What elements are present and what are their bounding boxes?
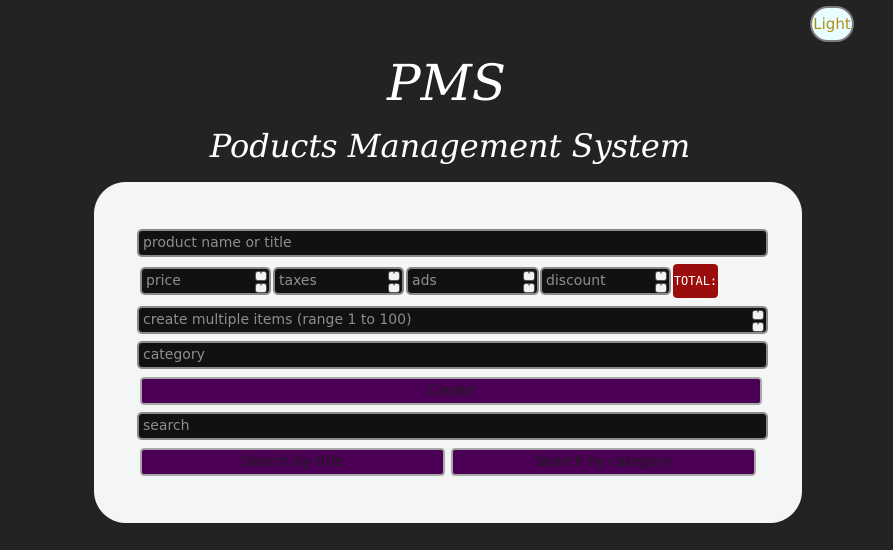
discount-placeholder: discount [546,273,606,289]
search-by-category-button[interactable]: Search by category [451,448,756,476]
create-button[interactable]: Create [140,377,762,405]
theme-toggle-button[interactable]: Light [810,6,854,42]
price-input[interactable]: price ˄ ˅ [140,267,271,295]
search-input[interactable]: search [137,412,768,440]
search-by-title-button[interactable]: Search by title [140,448,445,476]
spin-up-icon[interactable]: ˄ [388,271,400,281]
spin-up-icon[interactable]: ˄ [255,271,267,281]
taxes-input[interactable]: taxes ˄ ˅ [273,267,404,295]
discount-spinner[interactable]: ˄ ˅ [655,271,667,293]
taxes-placeholder: taxes [279,273,317,289]
spin-up-icon[interactable]: ˄ [752,310,764,320]
price-placeholder: price [146,273,181,289]
count-input[interactable]: create multiple items (range 1 to 100) ˄… [137,306,768,334]
ads-spinner[interactable]: ˄ ˅ [523,271,535,293]
ads-placeholder: ads [412,273,437,289]
count-spinner[interactable]: ˄ ˅ [752,310,764,332]
spin-down-icon[interactable]: ˅ [655,283,667,293]
category-input[interactable]: category [137,341,768,369]
spin-up-icon[interactable]: ˄ [523,271,535,281]
ads-input[interactable]: ads ˄ ˅ [406,267,539,295]
taxes-spinner[interactable]: ˄ ˅ [388,271,400,293]
title-input[interactable]: product name or title [137,229,768,257]
discount-input[interactable]: discount ˄ ˅ [540,267,671,295]
price-spinner[interactable]: ˄ ˅ [255,271,267,293]
spin-down-icon[interactable]: ˅ [523,283,535,293]
total-badge: TOTAL: [673,264,718,298]
count-placeholder: create multiple items (range 1 to 100) [143,312,412,328]
spin-down-icon[interactable]: ˅ [752,322,764,332]
page-title: PMS [386,54,507,112]
spin-down-icon[interactable]: ˅ [388,283,400,293]
page-subtitle: Poducts Management System [209,127,691,165]
spin-down-icon[interactable]: ˅ [255,283,267,293]
spin-up-icon[interactable]: ˄ [655,271,667,281]
